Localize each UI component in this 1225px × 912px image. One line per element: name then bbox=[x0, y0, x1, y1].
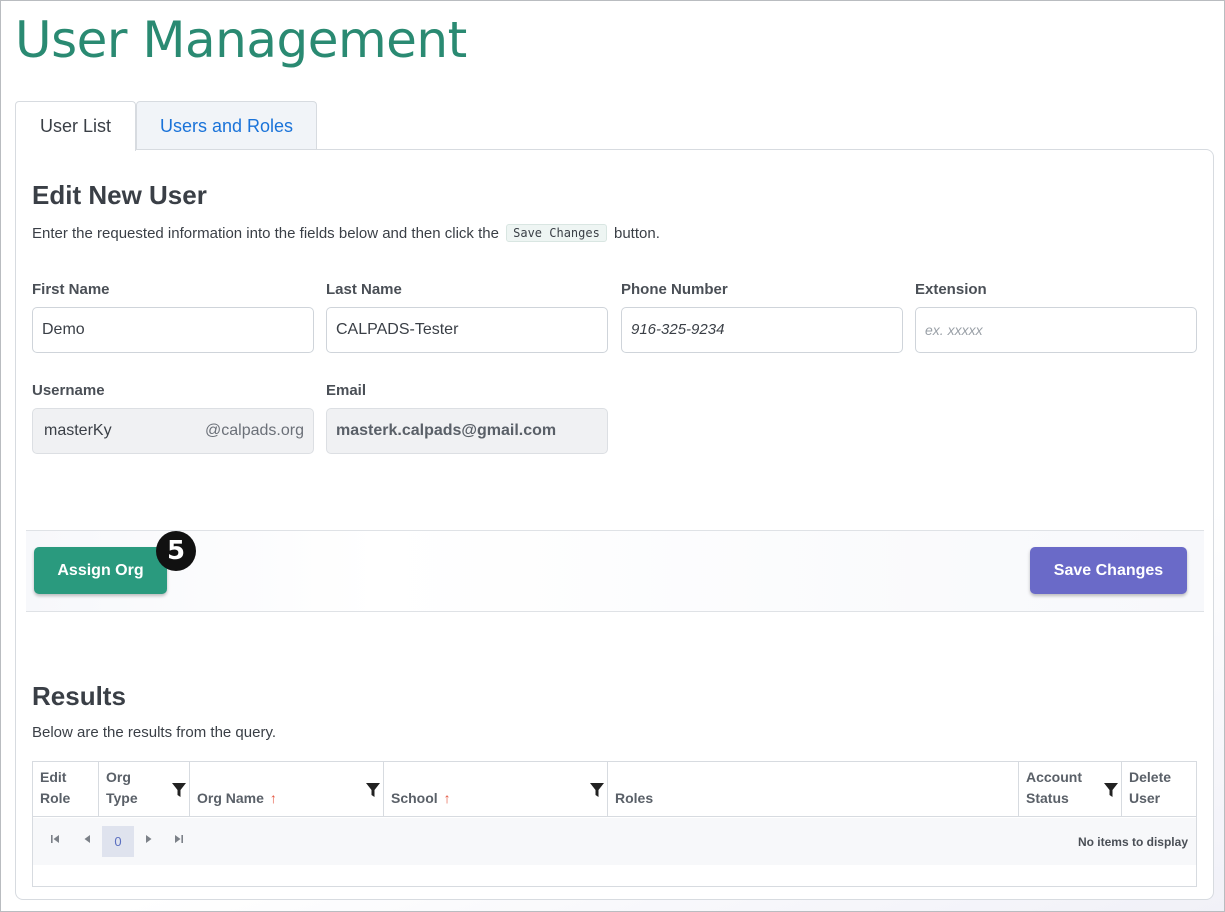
grid-pager: 0 No items to display bbox=[33, 818, 1196, 865]
column-header-school[interactable]: School ↑ bbox=[384, 762, 608, 817]
previous-page-icon[interactable] bbox=[82, 834, 92, 847]
app-window: User Management User List Users and Role… bbox=[0, 0, 1225, 912]
tab-user-list[interactable]: User List bbox=[15, 101, 136, 151]
step-number-badge: 5 bbox=[156, 531, 196, 571]
assign-org-button[interactable]: Assign Org bbox=[34, 547, 167, 594]
sort-ascending-icon: ↑ bbox=[443, 790, 451, 806]
column-header-text: Org Name bbox=[197, 790, 264, 806]
no-items-message: No items to display bbox=[1077, 835, 1188, 849]
filter-icon[interactable] bbox=[589, 782, 605, 798]
results-title: Results bbox=[32, 681, 126, 711]
last-name-field[interactable]: CALPADS-Tester bbox=[326, 307, 608, 353]
username-domain-suffix: @calpads.org bbox=[205, 422, 304, 439]
column-header-text: Delete bbox=[1129, 769, 1172, 785]
column-header-delete-user[interactable]: Delete User bbox=[1122, 762, 1196, 817]
column-header-text: User bbox=[1129, 790, 1161, 806]
column-header-text: Edit bbox=[40, 769, 67, 785]
results-grid: Edit Role Org Type Org Name ↑ School ↑ Roles bbox=[32, 761, 1197, 887]
column-header-text: Status bbox=[1026, 790, 1069, 806]
last-name-label: Last Name bbox=[326, 281, 402, 298]
description-text: Enter the requested information into the… bbox=[32, 225, 499, 242]
column-header-text: Account bbox=[1026, 769, 1082, 785]
extension-field[interactable]: ex. xxxxx bbox=[915, 307, 1197, 353]
last-page-icon[interactable] bbox=[174, 834, 184, 847]
phone-number-label: Phone Number bbox=[621, 281, 728, 298]
column-header-account-status[interactable]: Account Status bbox=[1019, 762, 1122, 817]
column-header-org-name[interactable]: Org Name ↑ bbox=[190, 762, 384, 817]
column-header-text: Role bbox=[40, 790, 71, 806]
column-header-text: Type bbox=[106, 790, 138, 806]
edit-user-title: Edit New User bbox=[32, 180, 207, 210]
content-card: Edit New User Enter the requested inform… bbox=[15, 149, 1214, 900]
next-page-icon[interactable] bbox=[144, 834, 154, 847]
filter-icon[interactable] bbox=[365, 782, 381, 798]
extension-label: Extension bbox=[915, 281, 987, 298]
first-name-label: First Name bbox=[32, 281, 110, 298]
current-page-number[interactable]: 0 bbox=[102, 826, 134, 857]
email-label: Email bbox=[326, 382, 367, 399]
save-changes-button[interactable]: Save Changes bbox=[1030, 547, 1187, 594]
column-header-text: Org bbox=[106, 769, 131, 785]
results-description: Below are the results from the query. bbox=[32, 724, 276, 741]
description-text-end: button. bbox=[614, 225, 660, 242]
action-bar: Assign Org 5 Save Changes bbox=[26, 530, 1204, 612]
column-header-org-type[interactable]: Org Type bbox=[99, 762, 190, 817]
column-header-text: Roles bbox=[615, 790, 654, 806]
sort-ascending-icon: ↑ bbox=[269, 790, 277, 806]
column-header-roles[interactable]: Roles bbox=[608, 762, 1019, 817]
save-changes-code-chip: Save Changes bbox=[506, 224, 607, 242]
edit-user-description: Enter the requested information into the… bbox=[32, 224, 660, 242]
column-header-edit-role[interactable]: Edit Role bbox=[33, 762, 99, 817]
username-field: masterKy @calpads.org bbox=[32, 408, 314, 454]
first-page-icon[interactable] bbox=[50, 834, 60, 847]
username-label: Username bbox=[32, 382, 105, 399]
first-name-field[interactable]: Demo bbox=[32, 307, 314, 353]
phone-number-field[interactable]: 916-325-9234 bbox=[621, 307, 903, 353]
filter-icon[interactable] bbox=[1103, 782, 1119, 798]
username-value: masterKy bbox=[44, 422, 112, 439]
grid-header: Edit Role Org Type Org Name ↑ School ↑ Roles bbox=[33, 762, 1196, 817]
column-header-text: School bbox=[391, 790, 438, 806]
filter-icon[interactable] bbox=[171, 782, 187, 798]
tab-users-and-roles[interactable]: Users and Roles bbox=[136, 101, 317, 150]
page-title: User Management bbox=[15, 11, 467, 69]
email-field: masterk.calpads@gmail.com bbox=[326, 408, 608, 454]
